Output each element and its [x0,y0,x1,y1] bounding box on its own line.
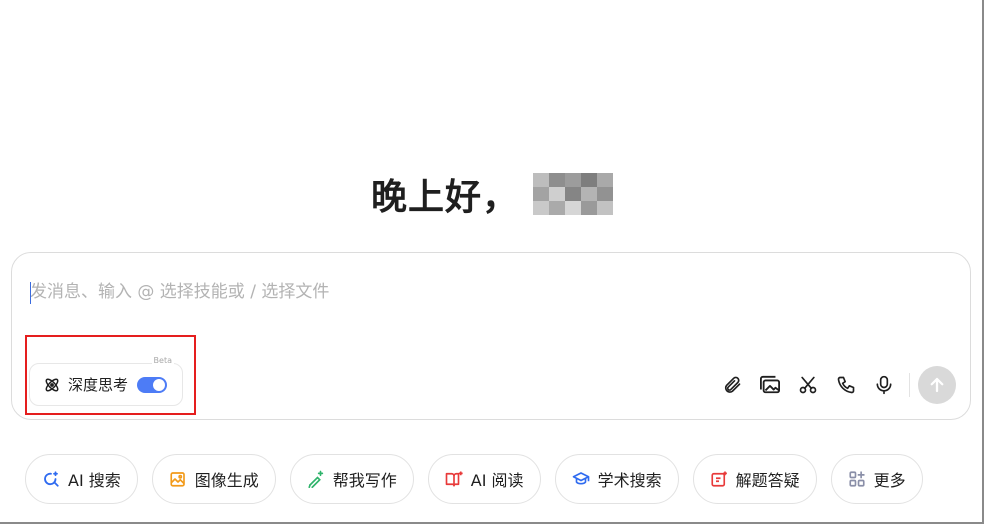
send-button[interactable] [918,366,956,404]
quick-action-academic-search[interactable]: 学术搜索 [554,454,679,504]
chat-input-box: Beta 深度思考 [11,252,971,420]
deep-think-label: 深度思考 [68,376,129,394]
chip-label: AI 搜索 [68,471,121,490]
image-generate-icon [169,470,187,488]
toggle-knob [153,378,166,391]
ai-search-icon [42,470,60,488]
quick-action-image-generate[interactable]: 图像生成 [151,454,276,504]
image-icon[interactable] [751,366,789,404]
chip-label: 解题答疑 [735,471,800,490]
quick-action-more[interactable]: 更多 [830,454,923,504]
phone-icon[interactable] [827,366,865,404]
book-icon [445,470,463,488]
paperclip-icon[interactable] [713,366,751,404]
graduation-cap-icon [572,470,590,488]
grid-icon [848,470,866,488]
text-caret [30,282,31,304]
deep-think-toggle[interactable]: Beta 深度思考 [29,356,183,406]
beta-badge: Beta [151,356,174,365]
chip-label: 学术搜索 [597,471,662,490]
toolbar-divider [909,373,910,397]
pen-sparkle-icon [307,470,325,488]
quick-action-ai-read[interactable]: AI 阅读 [427,454,541,504]
toggle-switch[interactable] [137,376,168,393]
greeting: 晚上好， [0,168,984,220]
scissors-icon[interactable] [789,366,827,404]
quick-action-write[interactable]: 帮我写作 [289,454,414,504]
greeting-text: 晚上好， [370,177,519,218]
chip-label: 图像生成 [194,471,259,490]
quick-actions: AI 搜索 图像生成 帮我写作 AI 阅读 学术搜索 解题答疑 更多 [25,454,923,504]
atom-icon [42,375,62,395]
arrow-up-icon [930,377,944,393]
redacted-username [533,173,613,215]
chip-label: 更多 [873,471,906,490]
chip-label: 帮我写作 [332,471,397,490]
input-toolbar [713,366,956,404]
microphone-icon[interactable] [865,366,903,404]
message-input[interactable] [30,277,930,307]
chip-label: AI 阅读 [470,471,524,490]
question-board-icon [710,470,728,488]
quick-action-ai-search[interactable]: AI 搜索 [25,454,138,504]
quick-action-solve[interactable]: 解题答疑 [692,454,817,504]
